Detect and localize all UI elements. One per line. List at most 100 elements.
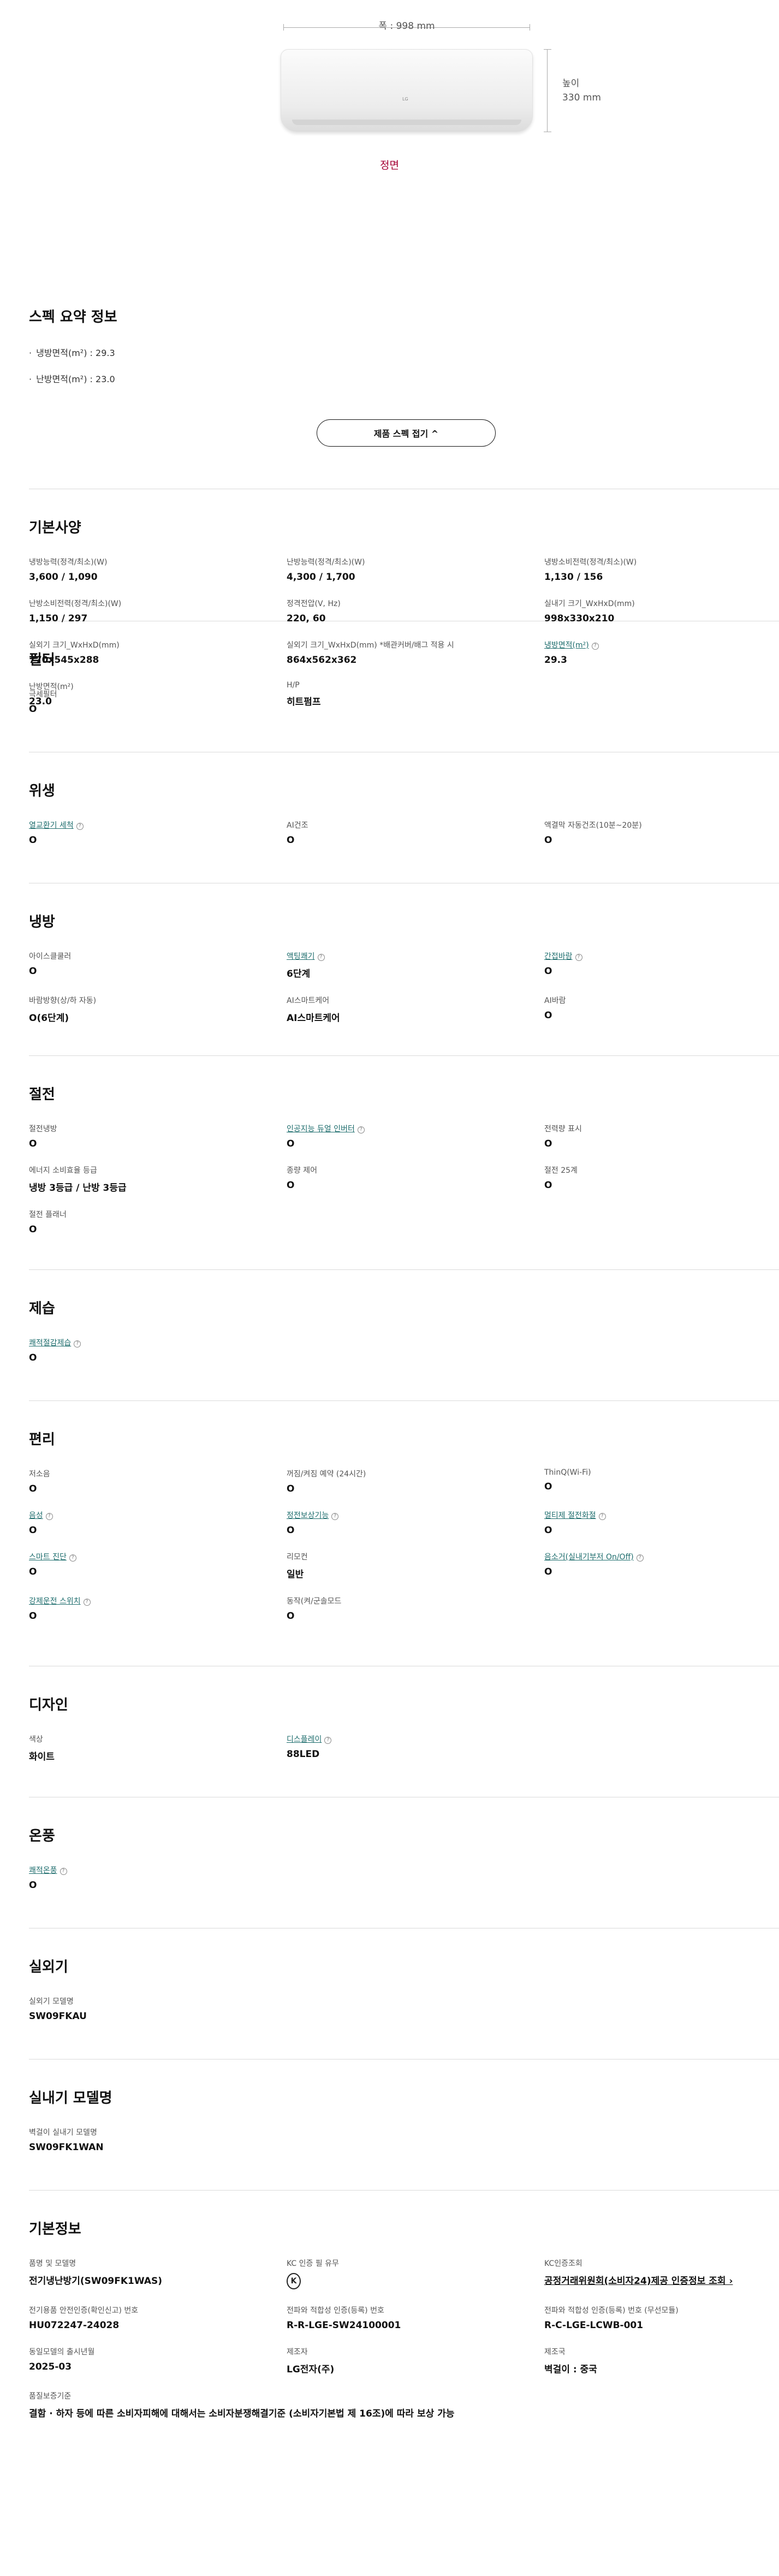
spec-value: LG전자(주) [287, 2364, 335, 2375]
help-icon[interactable]: ? [357, 1126, 365, 1133]
spec-value: O [544, 835, 552, 846]
spec-value: O [544, 1481, 552, 1492]
spec-label: 전기용품 안전인증(확인신고) 번호 [29, 2306, 139, 2315]
summary-item: 냉방면적(m²) : 29.3 [29, 346, 750, 359]
spec-item: 제조자 LG전자(주) [287, 2346, 544, 2375]
spec-value: O [29, 835, 37, 846]
section-title: 냉방 [29, 914, 55, 930]
spec-value: O [287, 835, 295, 846]
summary-list: 냉방면적(m²) : 29.3 난방면적(m²) : 23.0 [29, 346, 750, 385]
section-title: 온풍 [29, 1828, 55, 1844]
spec-item: AI건조 O [287, 820, 544, 846]
spec-item: AI바람 O [544, 995, 752, 1024]
help-icon[interactable]: ? [317, 954, 325, 961]
help-icon[interactable]: ? [69, 1554, 76, 1562]
kc-lookup-link[interactable]: 공정거래위원회(소비자24)제공 인증정보 조회 › [544, 2273, 752, 2287]
spec-section: 위생 열교환기 세척? O AI건조 O 액결막 자동건조(10분~20분) O [29, 752, 779, 883]
spec-item: 절전 플래너 O [29, 1209, 287, 1235]
spec-grid: 열교환기 세척? O AI건조 O 액결막 자동건조(10분~20분) O [29, 820, 750, 846]
spec-value: O [287, 1525, 295, 1536]
help-icon[interactable]: ? [74, 1340, 81, 1348]
section-title: 절전 [29, 1087, 55, 1103]
spec-item: 스마트 진단? O [29, 1551, 287, 1580]
spec-label: AI건조 [287, 821, 308, 830]
help-icon[interactable]: ? [636, 1554, 644, 1562]
spec-label: 바람방향(상/하 자동) [29, 996, 97, 1005]
help-icon[interactable]: ? [591, 643, 599, 650]
spec-value: O [29, 1483, 37, 1494]
spec-value: O [29, 1224, 37, 1235]
spec-label: 극세필터 [29, 690, 57, 699]
spec-help-link[interactable]: 열교환기 세척 [29, 821, 74, 830]
help-icon[interactable]: ? [324, 1737, 332, 1744]
spec-item: 액결막 자동건조(10분~20분) O [544, 820, 752, 846]
help-icon[interactable]: ? [76, 823, 84, 830]
spec-grid: 아이스클쿨러 O 액팅쾌기? 6단계 간접바람? O 바람방향(상/하 자동) O(6단계) A… [29, 951, 750, 1024]
spec-value: SW09FKAU [29, 2011, 87, 2022]
spec-label: 제조자 [287, 2348, 308, 2357]
spec-label: AI스마트케어 [287, 996, 330, 1005]
spec-label: 동작(켜/군솔모드 [287, 1597, 342, 1606]
summary-item: 난방면적(m²) : 23.0 [29, 372, 750, 385]
spec-help-link[interactable]: 인공지능 듀얼 인버터 [287, 1125, 355, 1133]
help-icon[interactable]: ? [575, 954, 582, 961]
help-icon[interactable]: ? [60, 1868, 67, 1875]
spec-item: 열교환기 세척? O [29, 820, 287, 846]
spec-help-link[interactable]: 음소거(실내기부저 On/Off) [544, 1553, 634, 1562]
height-label-title: 높이 [562, 78, 580, 89]
spec-help-link[interactable]: 쾌적온풍 [29, 1866, 57, 1875]
spec-item: 전파와 적합성 인증(등록) 번호 (무선모듈) R-C-LGE-LCWB-001 [544, 2305, 752, 2331]
spec-help-link[interactable]: 액팅쾌기 [287, 952, 315, 961]
spec-label: 색상 [29, 1735, 43, 1744]
help-icon[interactable]: ? [83, 1599, 91, 1606]
spec-value: 냉방 3등급 / 난방 3등급 [29, 1183, 127, 1194]
spec-item: 실외기 모델명 SW09FKAU [29, 1996, 287, 2022]
spec-item: 냉방면적(m²)? 29.3 [544, 639, 752, 666]
spec-label: 실외기 크기_WxHxD(mm) *배관커버/배그 적용 시 [287, 641, 454, 650]
spec-grid: 절전냉방 O 인공지능 듀얼 인버터? O 전력량 표시 O 에너지 소비효율 등급 냉방 3… [29, 1123, 750, 1235]
spec-item: 극세필터 O [29, 688, 287, 715]
spec-label: 절전 25계 [544, 1166, 578, 1175]
spec-help-link[interactable]: 음성 [29, 1511, 43, 1520]
view-tab-front[interactable]: 정면 [0, 157, 779, 172]
spec-item: 난방능력(정격/최소)(W) 4,300 / 1,700 [287, 556, 544, 583]
spec-value: O [29, 966, 37, 977]
spec-help-link[interactable]: 냉방면적(m²) [544, 641, 589, 650]
spec-label: 실내기 크기_WxHxD(mm) [544, 600, 635, 608]
spec-value: 1,150 / 297 [29, 613, 88, 624]
spec-summary: 스펙 요약 정보 냉방면적(m²) : 29.3 난방면적(m²) : 23.0 [29, 306, 750, 398]
spec-help-link[interactable]: 정전보상기능 [287, 1511, 329, 1520]
section-title: 위생 [29, 783, 55, 799]
spec-item: 꺼짐/켜짐 예약 (24시간) O [287, 1468, 544, 1494]
spec-value: 6단계 [287, 969, 311, 980]
spec-label: 전파와 적합성 인증(등록) 번호 (무선모듈) [544, 2306, 679, 2315]
spec-help-link[interactable]: 강제운전 스위치 [29, 1597, 81, 1606]
spec-help-link[interactable]: 스마트 진단 [29, 1553, 67, 1562]
spec-help-link[interactable]: 쾌적절감제습 [29, 1339, 71, 1348]
spec-help-link[interactable]: 간접바람 [544, 952, 573, 961]
spec-help-link[interactable]: 멀티제 절전화절 [544, 1511, 596, 1520]
help-icon[interactable]: ? [598, 1513, 606, 1520]
spec-label: 꺼짐/켜짐 예약 (24시간) [287, 1470, 366, 1479]
spec-value: O [544, 1180, 552, 1191]
spec-value: R-C-LGE-LCWB-001 [544, 2320, 644, 2331]
spec-item: 제조국 벽걸이 : 중국 [544, 2346, 752, 2375]
spec-section: 기본사양 냉방능력(정격/최소)(W) 3,600 / 1,090 난방능력(정격/최… [29, 489, 779, 708]
spec-help-link[interactable]: 디스플레이 [287, 1735, 322, 1744]
spec-grid: 품명 및 모델명 전기냉난방기(SW09FK1WAS) KC 인증 필 유무 K KC인… [29, 2258, 750, 2419]
spec-value: 벽걸이 : 중국 [544, 2364, 597, 2375]
spec-item: ThinQ(Wi-Fi) O [544, 1468, 752, 1494]
spec-value: O [29, 704, 37, 715]
spec-label: 품질보증기준 [29, 2392, 72, 2401]
spec-value: 3,600 / 1,090 [29, 572, 98, 583]
spec-value: 29.3 [544, 655, 567, 666]
help-icon[interactable]: ? [45, 1513, 53, 1520]
spec-value: O [544, 1566, 552, 1577]
spec-item: 전파와 적합성 인증(등록) 번호 R-R-LGE-SW24100001 [287, 2305, 544, 2331]
spec-item: 쾌적절감제습? O [29, 1337, 287, 1363]
collapse-spec-button[interactable]: 제품 스펙 접기 ^ [317, 419, 496, 447]
spec-item: 바람방향(상/하 자동) O(6단계) [29, 995, 287, 1024]
spec-label: AI바람 [544, 996, 566, 1005]
help-icon[interactable]: ? [331, 1513, 339, 1520]
spec-item: KC 인증 필 유무 K [287, 2258, 544, 2289]
